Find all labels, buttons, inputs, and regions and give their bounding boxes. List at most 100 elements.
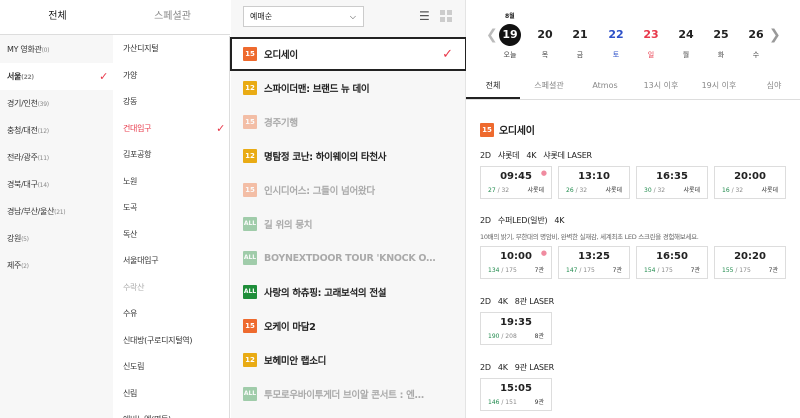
grid-view-icon[interactable] [440, 10, 452, 22]
tab-all[interactable]: 전체 [466, 72, 520, 99]
seat-count: 147 / 175 [566, 267, 595, 274]
showtime-slot[interactable]: 20:20 155 / 175 7관 [714, 246, 786, 279]
theater-item[interactable]: 신림 [113, 381, 229, 408]
movie-item[interactable]: 15 오케이 마담2 [231, 309, 466, 343]
checkmark-icon: ✓ [442, 47, 453, 62]
weekday-label: 금 [576, 51, 584, 59]
tab-special[interactable]: 스페셜관 [520, 72, 578, 99]
tab-after-19[interactable]: 19시 이후 [690, 72, 748, 99]
movie-title: 명탐정 코난: 하이웨이의 타천사 [264, 152, 387, 163]
region-item-gyeongnam[interactable]: 경남/부산/울산(21) [0, 198, 113, 225]
theater-item[interactable]: 신도림 [113, 354, 229, 381]
date-item[interactable]: 20 목 [534, 24, 556, 60]
hall-name: 8관 [534, 333, 544, 340]
theater-item[interactable]: 도곡 [113, 195, 229, 222]
remaining-seats: 190 [488, 333, 500, 340]
theater-type-tabs: 전체 스페셜관 [0, 0, 230, 35]
showtime-slot[interactable]: 20:00 16 / 32 샤롯데 [714, 166, 786, 199]
movie-item[interactable]: ALL 사랑의 하츄핑: 고래보석의 전설 [231, 275, 466, 309]
date-item[interactable]: 24 월 [675, 24, 697, 60]
total-seats: / 175 [735, 267, 751, 274]
movie-item[interactable]: 12 보헤미안 랩소디 [231, 343, 466, 377]
chevron-right-icon[interactable]: ❯ [769, 27, 781, 43]
region-name: MY 영화관 [7, 45, 42, 54]
theater-item[interactable]: 서울대입구 [113, 248, 229, 275]
date-item[interactable]: 25 화 [710, 24, 732, 60]
showtime-slot[interactable]: 13:25 147 / 175 7관 [558, 246, 630, 279]
region-item-gyeongbuk[interactable]: 경북/대구(14) [0, 171, 113, 198]
date-item[interactable]: 26 수 [745, 24, 767, 60]
showtime-slot[interactable]: 09:45 27 / 32 샤롯데 ● [480, 166, 552, 199]
theater-item[interactable]: 독산 [113, 222, 229, 249]
sort-select[interactable]: 예매순 ⌵ [243, 6, 364, 27]
theater-item[interactable]: 강동 [113, 89, 229, 116]
showtime-slot[interactable]: 10:00 134 / 175 7관 ● [480, 246, 552, 279]
weekday-label: 월 [682, 51, 690, 59]
chevron-down-icon: ⌵ [349, 12, 356, 21]
seat-count: 146 / 151 [488, 399, 517, 406]
date-item[interactable]: 23 일 [640, 24, 662, 60]
tab-after-13[interactable]: 13시 이후 [632, 72, 690, 99]
region-item-my[interactable]: MY 영화관(0) [0, 36, 113, 63]
format-line: 2D 수퍼LED(일반) 4K [480, 215, 792, 226]
showtime-slot[interactable]: 16:35 30 / 32 샤롯데 [636, 166, 708, 199]
theater-item[interactable]: 가산디지털 [113, 36, 229, 63]
date-item-selected[interactable]: 19 오늘 [499, 24, 521, 60]
movie-item-unavailable[interactable]: ALL 길 위의 뭉치 [231, 207, 466, 241]
morning-dot-icon: ● [540, 169, 547, 177]
theater-item-selected[interactable]: 건대입구 ✓ [113, 116, 229, 143]
hall-name: 7관 [612, 267, 622, 274]
movie-item-selected[interactable]: 15 오디세이 ✓ [230, 37, 467, 71]
format-line: 2D 4K 8관 LASER [480, 296, 561, 307]
showtime-section: 2D 4K 9관 LASER 15:05 146 / 151 9관 [480, 362, 561, 411]
remaining-seats: 27 [488, 187, 496, 194]
date-item[interactable]: 22 토 [605, 24, 627, 60]
tab-all-theaters[interactable]: 전체 [0, 0, 115, 34]
schedule-movie-header: 15 오디세이 [480, 122, 535, 137]
movie-title: 투모로우바이투게더 브이알 콘서트 : 엔… [264, 390, 424, 401]
showtime-slot[interactable]: 13:10 26 / 32 샤롯데 [558, 166, 630, 199]
chevron-left-icon[interactable]: ❮ [486, 27, 498, 43]
movie-item-unavailable[interactable]: ALL BOYNEXTDOOR TOUR 'KNOCK O… [231, 241, 466, 275]
schedule-column: 8월 ❮ 19 오늘 20 목 21 금 22 토 23 일 24 월 25 화 26 수 ❯ … [466, 0, 800, 418]
date-number: 21 [572, 28, 588, 41]
region-item-seoul[interactable]: 서울(22) ✓ [0, 63, 113, 90]
theater-item[interactable]: 신대방(구로디지털역) [113, 328, 229, 355]
region-item-jeju[interactable]: 제주(2) [0, 252, 113, 279]
region-item-gyeonggi[interactable]: 경기/인천(39) [0, 90, 113, 117]
theater-item[interactable]: 수유 [113, 301, 229, 328]
theater-item[interactable]: 노원 [113, 169, 229, 196]
tab-special-theaters[interactable]: 스페셜관 [115, 0, 230, 34]
format-tag: 4K [497, 363, 508, 372]
showtime-slot[interactable]: 16:50 154 / 175 7관 [636, 246, 708, 279]
showtime-slot[interactable]: 15:05 146 / 151 9관 [480, 378, 552, 411]
movie-item-unavailable[interactable]: ALL 투모로우바이투게더 브이알 콘서트 : 엔… [231, 377, 466, 411]
tab-late-night[interactable]: 심야 [748, 72, 800, 99]
theater-item[interactable]: 가양 [113, 63, 229, 90]
movie-item-unavailable[interactable]: 15 인시디어스: 그들이 넘어왔다 [231, 173, 466, 207]
showtime-section: 2D 샤롯데 4K 샤롯데 LASER 09:45 27 / 32 샤롯데 ● 13:10 2… [480, 150, 792, 199]
hall-name: 7관 [534, 267, 544, 274]
showtime-slot[interactable]: 19:35 190 / 208 8관 [480, 312, 552, 345]
region-name: 전라/광주 [7, 153, 38, 162]
total-seats: / 175 [579, 267, 595, 274]
movie-item-unavailable[interactable]: 15 경주기행 [231, 105, 466, 139]
movie-item[interactable]: 12 명탐정 코난: 하이웨이의 타천사 [231, 139, 466, 173]
theater-item[interactable]: 에비뉴엘(명동) [113, 407, 229, 418]
format-tag: 2D [480, 216, 491, 225]
list-view-icon[interactable]: ☰ [419, 9, 430, 23]
seat-count: 134 / 175 [488, 267, 517, 274]
theater-item[interactable]: 김포공항 [113, 142, 229, 169]
movie-item[interactable]: 12 스파이더맨: 브랜드 뉴 데이 [231, 71, 466, 105]
region-item-jeolla[interactable]: 전라/광주(11) [0, 144, 113, 171]
region-count: (39) [37, 101, 49, 108]
hall-name: 7관 [768, 267, 778, 274]
date-item[interactable]: 21 금 [569, 24, 591, 60]
showtime-section: 2D 수퍼LED(일반) 4K 10배의 밝기, 무한대의 명암비, 완벽한 실재감… [480, 215, 792, 279]
region-column: 전체 스페셜관 MY 영화관(0) 서울(22) ✓ 경기/인천(39) 충청/대… [0, 0, 230, 418]
region-item-gangwon[interactable]: 강원(5) [0, 225, 113, 252]
region-count: (0) [41, 47, 50, 54]
tab-atmos[interactable]: Atmos [578, 72, 632, 99]
region-item-chungcheong[interactable]: 충청/대전(12) [0, 117, 113, 144]
region-count: (11) [37, 155, 49, 162]
